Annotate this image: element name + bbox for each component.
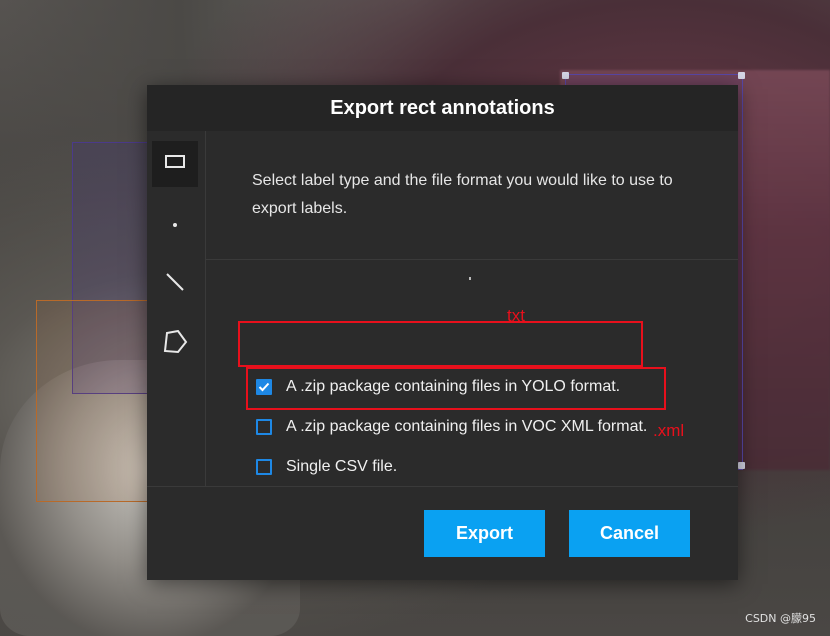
polygon-icon [162,329,188,358]
cancel-button[interactable]: Cancel [569,510,690,557]
label-type-polygon[interactable] [152,321,198,367]
option-csv[interactable]: Single CSV file. [256,455,397,479]
bbox-handle [738,72,745,79]
csv-checkbox[interactable] [256,459,272,475]
export-button[interactable]: Export [424,510,545,557]
option-label: A .zip package containing files in VOC X… [286,418,648,435]
content-divider [206,259,738,260]
decorative-mark [469,277,471,280]
option-label: Single CSV file. [286,458,398,475]
annotation-note-xml: .xml [653,421,685,440]
label-type-line[interactable] [152,261,198,307]
point-icon [170,215,180,234]
dialog-title: Export rect annotations [330,96,555,119]
background-bbox [36,300,158,502]
option-voc-xml[interactable]: A .zip package containing files in VOC X… [256,415,647,439]
bbox-handle [562,72,569,79]
annotation-note-txt: txt [507,306,525,325]
dialog-header: Export rect annotations [147,85,738,131]
footer-divider [147,486,738,487]
label-type-sidebar [147,131,206,486]
voc-checkbox[interactable] [256,419,272,435]
rect-icon [164,154,186,174]
watermark: CSDN @朦95 [745,612,816,625]
bbox-handle [738,462,745,469]
line-icon [164,271,186,297]
label-type-rect[interactable] [152,141,198,187]
dialog-description: Select label type and the file format yo… [252,172,673,217]
annotation-box-yolo [238,321,643,367]
annotation-box-voc [246,367,666,410]
label-type-point[interactable] [152,201,198,247]
